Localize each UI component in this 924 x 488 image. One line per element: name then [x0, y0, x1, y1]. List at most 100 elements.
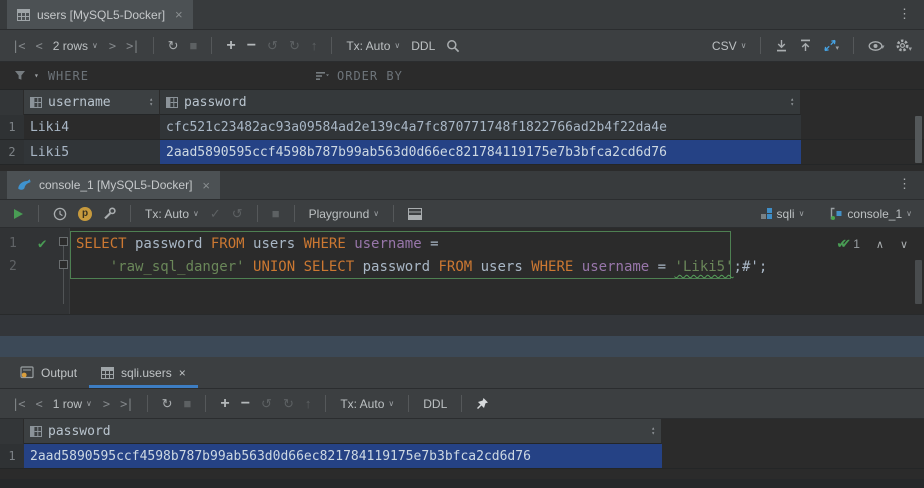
tab-output[interactable]: Output — [8, 357, 89, 388]
sort-toggle-icon[interactable]: ▴▾ — [149, 97, 153, 107]
playground-mode-selector[interactable]: Playground∨ — [309, 207, 380, 221]
chevron-down-icon: ∨ — [86, 399, 92, 408]
tab-sqli-users-result[interactable]: sqli.users × — [89, 357, 198, 388]
delete-row-icon[interactable]: − — [247, 39, 256, 53]
close-icon[interactable]: × — [179, 366, 186, 380]
add-row-icon[interactable]: + — [226, 39, 235, 53]
fold-guide-line — [63, 246, 64, 304]
console-tab-bar: console_1 [MySQL5-Docker] × ⋮ — [0, 171, 924, 200]
cell-password-selected[interactable]: 2aad5890595ccf4598b787b99ab563d0d66ec821… — [160, 140, 801, 164]
cell-password[interactable]: cfc521c23482ac93a09584ad2e139c4a7fc87077… — [160, 115, 801, 139]
tab-users-table[interactable]: users [MySQL5-Docker] × — [7, 0, 193, 29]
divider — [211, 37, 212, 54]
vertical-scrollbar[interactable] — [915, 260, 922, 304]
session-selector[interactable]: console_1∨ — [829, 207, 912, 221]
revert-changes-icon[interactable]: ↺ — [261, 397, 272, 410]
tx-mode-selector[interactable]: Tx: Auto∨ — [145, 207, 199, 221]
last-page-button[interactable]: >| — [126, 39, 138, 53]
reload-changes-icon[interactable]: ↻ — [283, 397, 294, 410]
sql-token: FROM — [211, 236, 245, 252]
search-icon[interactable] — [446, 39, 460, 53]
delete-row-icon[interactable]: − — [241, 397, 250, 411]
result-grid-header-row: password ▴▾ — [0, 419, 924, 444]
row-filler — [801, 140, 924, 164]
settings-wrench-icon[interactable] — [103, 207, 116, 220]
chevron-down-icon: ∨ — [906, 209, 912, 218]
pin-tab-icon[interactable] — [476, 397, 489, 410]
more-options-icon[interactable]: ⋮ — [898, 177, 911, 191]
close-icon[interactable]: × — [202, 178, 210, 193]
ddl-button[interactable]: DDL — [423, 397, 447, 411]
more-options-icon[interactable]: ⋮ — [898, 7, 911, 21]
tx-mode-label: Tx: Auto — [346, 39, 390, 53]
stop-icon[interactable]: ■ — [189, 39, 197, 52]
where-filter-input[interactable]: ▾ WHERE — [0, 69, 89, 83]
next-page-button[interactable]: > — [103, 397, 109, 411]
vertical-scrollbar[interactable] — [915, 116, 922, 163]
tx-mode-selector[interactable]: Tx: Auto∨ — [346, 39, 400, 53]
divider — [760, 37, 761, 54]
page-size-label: 1 row — [53, 397, 82, 411]
column-header-password[interactable]: password ▴▾ — [24, 419, 662, 444]
commit-icon[interactable]: ✓ — [210, 207, 221, 220]
sort-toggle-icon[interactable]: ▴▾ — [790, 97, 794, 107]
next-page-button[interactable]: > — [109, 39, 115, 53]
tx-mode-selector[interactable]: Tx: Auto∨ — [340, 397, 394, 411]
stop-icon[interactable]: ■ — [183, 397, 191, 410]
revert-changes-icon[interactable]: ↺ — [267, 39, 278, 52]
reload-changes-icon[interactable]: ↻ — [289, 39, 300, 52]
page-size-selector[interactable]: 1 row ∨ — [53, 397, 92, 411]
next-statement-icon[interactable]: ∨ — [900, 238, 908, 251]
sql-token: password — [127, 236, 211, 252]
ddl-button[interactable]: DDL — [411, 39, 435, 53]
settings-gear-icon[interactable]: ▾ — [895, 38, 912, 53]
rollback-icon[interactable]: ↺ — [232, 207, 243, 220]
first-page-button[interactable]: |< — [12, 397, 24, 411]
reload-page-icon[interactable]: ↻ — [168, 39, 179, 52]
row-number: 1 — [0, 115, 24, 139]
fold-marker-icon[interactable] — [59, 260, 68, 269]
divider — [853, 37, 854, 54]
close-icon[interactable]: × — [175, 7, 183, 22]
add-row-icon[interactable]: + — [220, 397, 229, 411]
page-size-selector[interactable]: 2 rows∨ — [53, 39, 98, 53]
submit-changes-icon[interactable]: ↑ — [305, 397, 312, 410]
stop-icon[interactable]: ■ — [272, 207, 280, 220]
reload-page-icon[interactable]: ↻ — [162, 397, 173, 410]
divider — [153, 37, 154, 54]
history-clock-icon[interactable] — [53, 207, 67, 221]
run-icon[interactable] — [12, 208, 24, 220]
previous-statement-icon[interactable]: ∧ — [876, 238, 884, 251]
divider — [205, 395, 206, 412]
tab-console-1[interactable]: console_1 [MySQL5-Docker] × — [7, 171, 220, 199]
import-upload-icon[interactable] — [799, 39, 812, 52]
previous-page-button[interactable]: < — [35, 39, 41, 53]
previous-page-button[interactable]: < — [35, 397, 41, 411]
export-format-selector[interactable]: CSV∨ — [712, 39, 747, 53]
sql-line-2: 'raw_sql_danger' UNION SELECT password F… — [76, 256, 767, 278]
grid-filter-bar: ▾ WHERE ORDER BY — [0, 62, 924, 90]
sql-editor[interactable]: 1 2 ✔ SELECT password FROM users WHERE u… — [0, 228, 924, 314]
submit-changes-icon[interactable]: ↑ — [311, 39, 318, 52]
in-editor-results-icon[interactable] — [408, 208, 422, 220]
export-download-icon[interactable] — [775, 39, 788, 52]
chevron-down-icon: ∨ — [92, 41, 98, 50]
cell-username[interactable]: Liki5 — [24, 140, 160, 164]
cell-username[interactable]: Liki4 — [24, 115, 160, 139]
panel-splitter[interactable] — [0, 336, 924, 357]
schema-selector[interactable]: sqli∨ — [760, 207, 805, 221]
view-options-eye-icon[interactable]: ▾ — [868, 41, 885, 51]
column-header-username[interactable]: username ▴▾ — [24, 90, 160, 115]
sort-toggle-icon[interactable]: ▴▾ — [651, 426, 655, 436]
column-header-password[interactable]: password ▴▾ — [160, 90, 801, 115]
row-filler — [801, 115, 924, 139]
order-by-filter-input[interactable]: ORDER BY — [316, 69, 403, 83]
compare-data-icon[interactable]: ▾ — [823, 39, 839, 52]
fold-marker-icon[interactable] — [59, 237, 68, 246]
first-page-button[interactable]: |< — [12, 39, 24, 53]
sql-token — [245, 259, 253, 275]
divider — [147, 395, 148, 412]
last-page-button[interactable]: >| — [120, 397, 132, 411]
cell-password-selected[interactable]: 2aad5890595ccf4598b787b99ab563d0d66ec821… — [24, 444, 662, 468]
parameters-icon[interactable]: p — [78, 207, 92, 221]
